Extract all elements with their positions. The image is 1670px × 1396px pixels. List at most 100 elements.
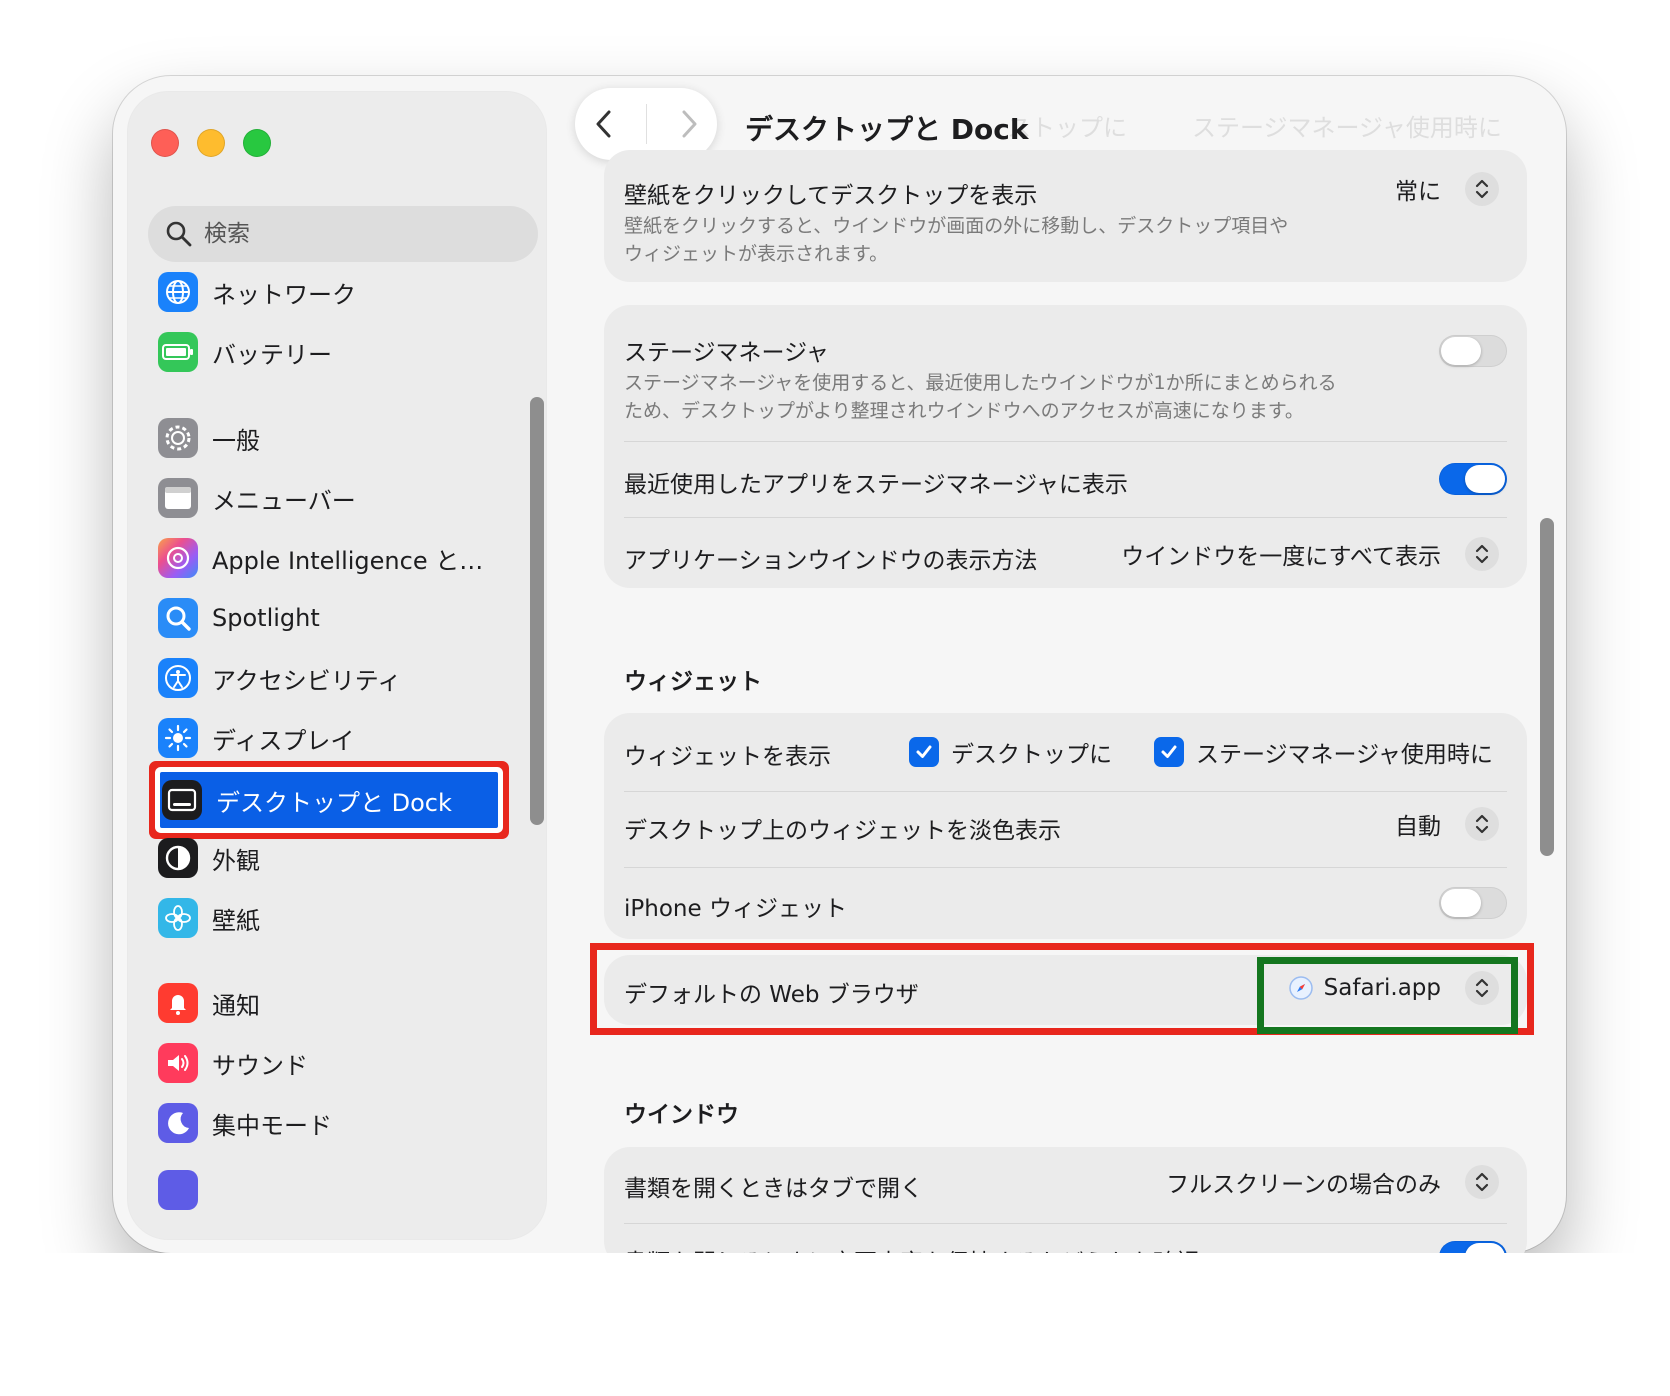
page-background <box>0 1253 1670 1396</box>
dim-widgets-row: デスクトップ上のウィジェットを淡色表示 自動 <box>624 807 1507 851</box>
sidebar-item-label: ディスプレイ <box>212 726 355 755</box>
moon-icon <box>158 1103 198 1143</box>
chevron-right-icon[interactable] <box>674 106 704 142</box>
divider <box>624 441 1507 442</box>
in-stage-label: ステージマネージャ使用時に <box>1196 742 1493 768</box>
click-wallpaper-desc: 壁紙をクリックすると、ウインドウが画面の外に移動し、デスクトップ項目や <box>624 215 1289 237</box>
stage-manager-row: ステージマネージャ ステージマネージャを使用すると、最近使用したウインドウが1か… <box>624 333 1507 423</box>
sidebar-item-notifications[interactable]: 通知 <box>148 975 498 1031</box>
screen-time-icon <box>158 1170 198 1210</box>
popup-value: フルスクリーンの場合のみ <box>1166 1172 1441 1198</box>
dim-widgets-popup[interactable]: 自動 <box>1395 807 1499 841</box>
divider <box>624 867 1507 868</box>
gear-icon <box>158 418 198 458</box>
sidebar-scrollbar[interactable] <box>530 397 544 825</box>
divider <box>624 1223 1507 1224</box>
popup-value: 常に <box>1395 179 1441 205</box>
click-wallpaper-desc: ウィジェットが表示されます。 <box>624 243 889 265</box>
sidebar-item-battery[interactable]: バッテリー <box>148 324 498 380</box>
sidebar-item-apple-intelligence[interactable]: Apple Intelligence と… <box>148 530 498 586</box>
sidebar-item-label: メニューバー <box>212 486 356 515</box>
close-window-button[interactable] <box>151 129 179 157</box>
ghost-header-text: ステージマネージャ使用時に <box>1192 114 1502 142</box>
sidebar-item-label: 一般 <box>212 426 260 455</box>
show-widgets-label: ウィジェットを表示 <box>624 744 831 770</box>
divider <box>624 791 1507 792</box>
speaker-icon <box>158 1043 198 1083</box>
app-windows-popup[interactable]: ウインドウを一度にすべて表示 <box>1121 537 1499 571</box>
recent-apps-row: 最近使用したアプリをステージマネージャに表示 <box>624 463 1507 505</box>
app-windows-row: アプリケーションウインドウの表示方法 ウインドウを一度にすべて表示 <box>624 537 1507 581</box>
widgets-card: ウィジェットを表示 デスクトップに ステージマネージャ使用時に デスクトップ上の… <box>604 713 1527 939</box>
checkmark-icon <box>1161 745 1177 758</box>
show-widgets-row: ウィジェットを表示 デスクトップに ステージマネージャ使用時に <box>624 735 1507 775</box>
dock-icon <box>162 780 202 820</box>
open-in-tabs-label: 書類を開くときはタブで開く <box>624 1176 923 1202</box>
sidebar-item-label: Spotlight <box>212 604 320 632</box>
popup-value: 自動 <box>1395 814 1441 840</box>
sidebar-item-general[interactable]: 一般 <box>148 410 498 466</box>
sidebar-item-wallpaper[interactable]: 壁紙 <box>148 890 498 946</box>
sidebar-item-network[interactable]: ネットワーク <box>148 264 498 320</box>
globe-icon <box>158 272 198 312</box>
sidebar-item-label: 集中モード <box>212 1111 332 1140</box>
sidebar-item-label: バッテリー <box>212 340 332 369</box>
click-wallpaper-popup[interactable]: 常に <box>1395 172 1499 206</box>
appearance-icon <box>158 838 198 878</box>
widgets-section-header: ウィジェット <box>624 669 762 695</box>
sidebar-item-displays[interactable]: ディスプレイ <box>148 710 498 766</box>
popup-value: ウインドウを一度にすべて表示 <box>1121 544 1441 570</box>
up-down-chevron-icon <box>1465 537 1499 571</box>
nav-separator <box>645 104 647 144</box>
sidebar-item-label: 壁紙 <box>212 906 260 935</box>
recent-apps-toggle[interactable] <box>1439 463 1507 495</box>
sidebar-item-sound[interactable]: サウンド <box>148 1035 498 1091</box>
on-desktop-checkbox-group[interactable]: デスクトップに <box>909 735 1112 769</box>
sidebar-item-label: 外観 <box>212 846 260 875</box>
sun-icon <box>158 718 198 758</box>
sidebar-item-label: ネットワーク <box>212 280 356 309</box>
iphone-widgets-label: iPhone ウィジェット <box>624 896 847 922</box>
on-desktop-label: デスクトップに <box>951 742 1112 768</box>
checkmark-icon <box>916 745 932 758</box>
sidebar: ネットワーク バッテリー 一般 メニューバー <box>128 92 546 1239</box>
magnifier-icon <box>158 598 198 638</box>
sidebar-item-label: アクセシビリティ <box>212 666 402 695</box>
in-stage-checkbox[interactable] <box>1154 737 1184 767</box>
zoom-window-button[interactable] <box>243 129 271 157</box>
click-wallpaper-row: 壁紙をクリックしてデスクトップを表示 壁紙をクリックすると、ウインドウが画面の外… <box>624 172 1507 276</box>
apple-intelligence-icon <box>158 538 198 578</box>
click-wallpaper-card: 壁紙をクリックしてデスクトップを表示 壁紙をクリックすると、ウインドウが画面の外… <box>604 150 1527 282</box>
sidebar-item-accessibility[interactable]: アクセシビリティ <box>148 650 498 706</box>
windows-card: 書類を開くときはタブで開く フルスクリーンの場合のみ 書類を閉じるときに変更内容… <box>604 1147 1527 1276</box>
sidebar-item-focus[interactable]: 集中モード <box>148 1095 498 1151</box>
minimize-window-button[interactable] <box>197 129 225 157</box>
sidebar-item-label: 通知 <box>212 991 260 1020</box>
open-in-tabs-popup[interactable]: フルスクリーンの場合のみ <box>1166 1165 1499 1199</box>
open-in-tabs-row: 書類を開くときはタブで開く フルスクリーンの場合のみ <box>624 1165 1507 1209</box>
up-down-chevron-icon <box>1465 1165 1499 1199</box>
main-scrollbar[interactable] <box>1540 518 1554 856</box>
in-stage-checkbox-group[interactable]: ステージマネージャ使用時に <box>1154 735 1493 769</box>
windows-section-header: ウインドウ <box>624 1102 739 1128</box>
sidebar-item-spotlight[interactable]: Spotlight <box>148 590 498 646</box>
chevron-left-icon[interactable] <box>589 106 619 142</box>
search-field[interactable] <box>148 206 538 262</box>
battery-icon <box>158 332 198 372</box>
stage-manager-desc: ステージマネージャを使用すると、最近使用したウインドウが1か所にまとめられる <box>624 372 1337 394</box>
page-title: デスクトップと Dock <box>745 113 1029 146</box>
sidebar-item-desktop-dock[interactable]: デスクトップと Dock <box>160 772 498 828</box>
search-input[interactable] <box>202 220 526 248</box>
iphone-widgets-toggle[interactable] <box>1439 887 1507 919</box>
sidebar-item-menubar[interactable]: メニューバー <box>148 470 498 526</box>
on-desktop-checkbox[interactable] <box>909 737 939 767</box>
bell-icon <box>158 983 198 1023</box>
iphone-widgets-row: iPhone ウィジェット <box>624 887 1507 927</box>
stage-manager-toggle[interactable] <box>1439 335 1507 367</box>
sidebar-item-appearance[interactable]: 外観 <box>148 830 498 886</box>
default-browser-label: デフォルトの Web ブラウザ <box>624 982 919 1008</box>
up-down-chevron-icon <box>1465 807 1499 841</box>
flower-icon <box>158 898 198 938</box>
browser-popup-highlight <box>1257 957 1518 1034</box>
divider <box>624 517 1507 518</box>
